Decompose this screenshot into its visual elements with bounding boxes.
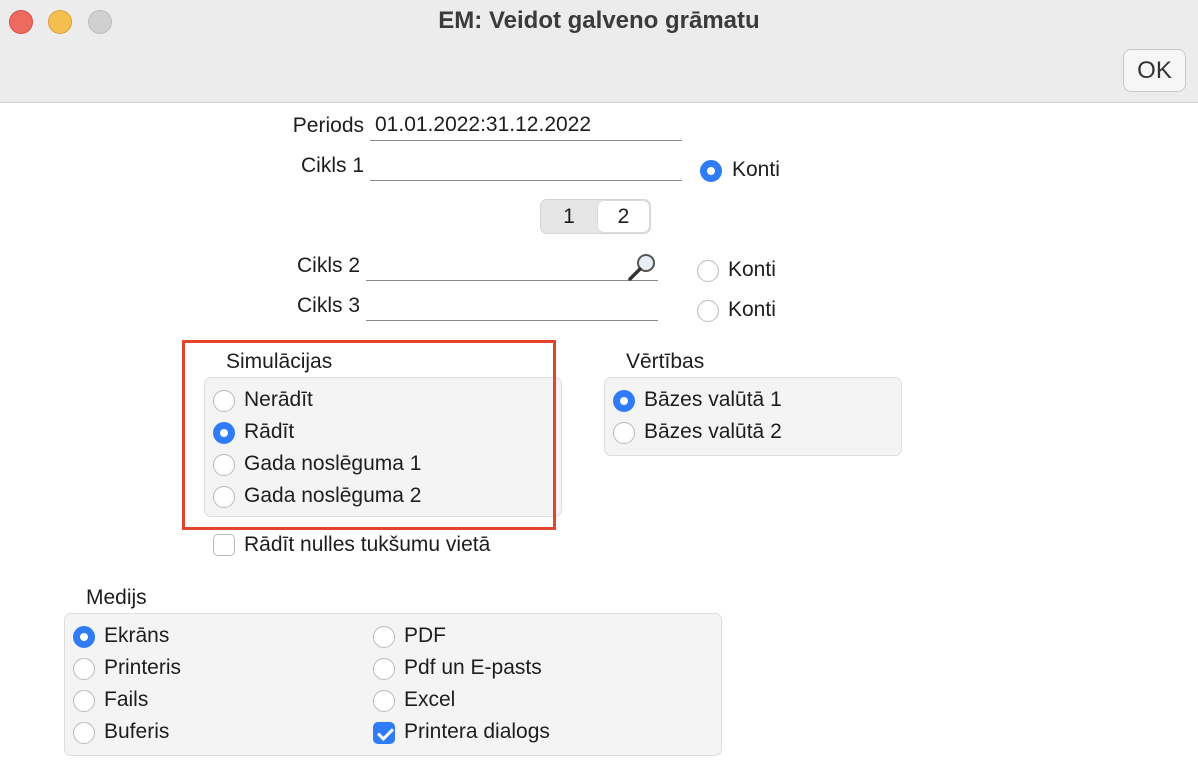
cikls1-label: Cikls 1: [300, 154, 364, 177]
cikls2-konti-label: Konti: [728, 258, 776, 281]
title-bar: EM: Veidot galveno grāmatu OK: [0, 0, 1198, 103]
cikls1-konti-label: Konti: [732, 158, 780, 181]
tab-2[interactable]: 2: [598, 201, 649, 232]
medijs-buferis-radio[interactable]: [73, 722, 95, 744]
cikls2-label: Cikls 2: [296, 254, 360, 277]
vertibas-bazes1-label: Bāzes valūtā 1: [644, 388, 782, 411]
medijs-fails-label: Fails: [104, 688, 149, 711]
medijs-ekrans-radio[interactable]: [73, 626, 95, 648]
medijs-printeris-label: Printeris: [104, 656, 182, 679]
radit-nulles-label: Rādīt nulles tukšumu vietā: [244, 533, 491, 556]
medijs-pdf-epasts-radio[interactable]: [373, 658, 395, 680]
medijs-pdf-label: PDF: [404, 624, 446, 647]
medijs-fails-radio[interactable]: [73, 690, 95, 712]
cikls1-konti-radio[interactable]: [700, 160, 722, 182]
cikls3-field[interactable]: [366, 291, 658, 321]
cikls3-konti-radio[interactable]: [697, 300, 719, 322]
cikls3-label: Cikls 3: [296, 294, 360, 317]
medijs-ekrans-label: Ekrāns: [104, 624, 170, 647]
medijs-excel-label: Excel: [404, 688, 456, 711]
cikls2-konti-radio[interactable]: [697, 260, 719, 282]
medijs-buferis-label: Buferis: [104, 720, 170, 743]
cikls3-konti-label: Konti: [728, 298, 776, 321]
periods-label: Periods: [292, 114, 364, 137]
vertibas-bazes2-label: Bāzes valūtā 2: [644, 420, 782, 443]
printera-dialogs-checkbox[interactable]: [373, 722, 395, 744]
ok-button[interactable]: OK: [1123, 49, 1186, 92]
vertibas-bazes2-radio[interactable]: [613, 422, 635, 444]
vertibas-title: Vērtības: [626, 350, 705, 373]
radit-nulles-checkbox[interactable]: [213, 534, 235, 556]
printera-dialogs-label: Printera dialogs: [404, 720, 550, 743]
magnifier-icon[interactable]: [626, 252, 658, 282]
cycle-tab-switcher: 1 2: [540, 199, 651, 234]
vertibas-bazes1-radio[interactable]: [613, 390, 635, 412]
cikls2-field[interactable]: [366, 251, 658, 281]
window-title: EM: Veidot galveno grāmatu: [438, 7, 760, 34]
medijs-excel-radio[interactable]: [373, 690, 395, 712]
periods-field[interactable]: 01.01.2022:31.12.2022: [370, 111, 682, 141]
highlight-box: [182, 340, 556, 530]
medijs-pdf-epasts-label: Pdf un E-pasts: [404, 656, 542, 679]
medijs-printeris-radio[interactable]: [73, 658, 95, 680]
medijs-title: Medijs: [86, 586, 147, 609]
medijs-pdf-radio[interactable]: [373, 626, 395, 648]
tab-1[interactable]: 1: [542, 201, 596, 232]
cikls1-field[interactable]: [370, 151, 682, 181]
